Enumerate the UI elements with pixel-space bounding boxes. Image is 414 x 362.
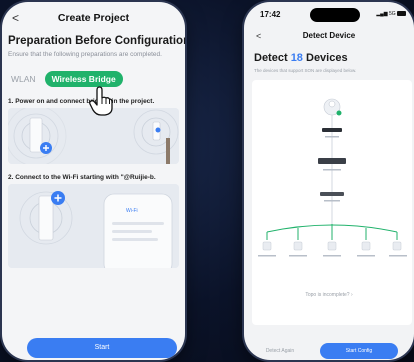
start-config-button[interactable]: Start Config <box>320 343 398 359</box>
detect-again-button[interactable]: Detect Again <box>250 348 310 354</box>
router-node <box>322 128 342 132</box>
switch-node-1 <box>318 158 346 164</box>
title-prefix: Detect <box>254 52 288 64</box>
wifi-card-title: Wi-Fi <box>126 208 138 214</box>
page-subtitle: Ensure that the following preparations a… <box>8 51 162 58</box>
title-suffix: Devices <box>306 52 348 64</box>
page-title: Preparation Before Configuration <box>8 35 185 47</box>
ap-node-2 <box>293 241 303 251</box>
pointing-hand-icon <box>89 86 113 116</box>
page-subtitle: The devices that support SON are display… <box>254 68 357 73</box>
device-count: 18 <box>290 52 303 64</box>
start-button[interactable]: Start <box>27 338 177 358</box>
topology-card <box>252 80 412 325</box>
page-title: Detect 18 Devices <box>254 52 348 64</box>
network-topology <box>258 98 407 257</box>
battery-icon <box>397 11 406 17</box>
bridge-illustration <box>8 108 179 164</box>
dynamic-island <box>310 8 360 22</box>
tab-wireless-bridge[interactable]: Wireless Bridge <box>44 71 123 87</box>
status-bar: 17:42 ▂▄▆ 5G <box>244 8 414 24</box>
step-2-text: 2. Connect to the Wi-Fi starting with "@… <box>8 174 156 181</box>
network-type: 5G <box>388 11 396 17</box>
wifi-connect-graphic <box>8 184 179 268</box>
ap-node-1 <box>262 241 272 251</box>
signal-indicator: ▂▄▆ 5G <box>376 11 406 17</box>
ap-node-3 <box>327 241 337 251</box>
status-time: 17:42 <box>260 10 281 19</box>
bridge-power-illustration <box>8 108 179 164</box>
header-title: Create Project <box>57 12 130 24</box>
signal-bars-icon: ▂▄▆ <box>376 11 388 17</box>
header-title: Detect Device <box>302 31 356 40</box>
step-1-text: 1. Power on and connect bridges in the p… <box>8 98 155 105</box>
phone-detect-device: 17:42 ▂▄▆ 5G < Detect Device Detect 18 D… <box>244 2 414 360</box>
ap-node-4 <box>361 241 371 251</box>
phone-create-project: < Create Project Preparation Before Conf… <box>2 2 185 360</box>
wifi-connect-illustration: Wi-Fi <box>8 184 179 268</box>
tab-wlan[interactable]: WLAN <box>8 72 39 86</box>
ap-node-5 <box>392 241 402 251</box>
topology-incomplete-link[interactable]: Topo is incomplete? › <box>244 292 414 298</box>
switch-node-2 <box>320 192 344 196</box>
